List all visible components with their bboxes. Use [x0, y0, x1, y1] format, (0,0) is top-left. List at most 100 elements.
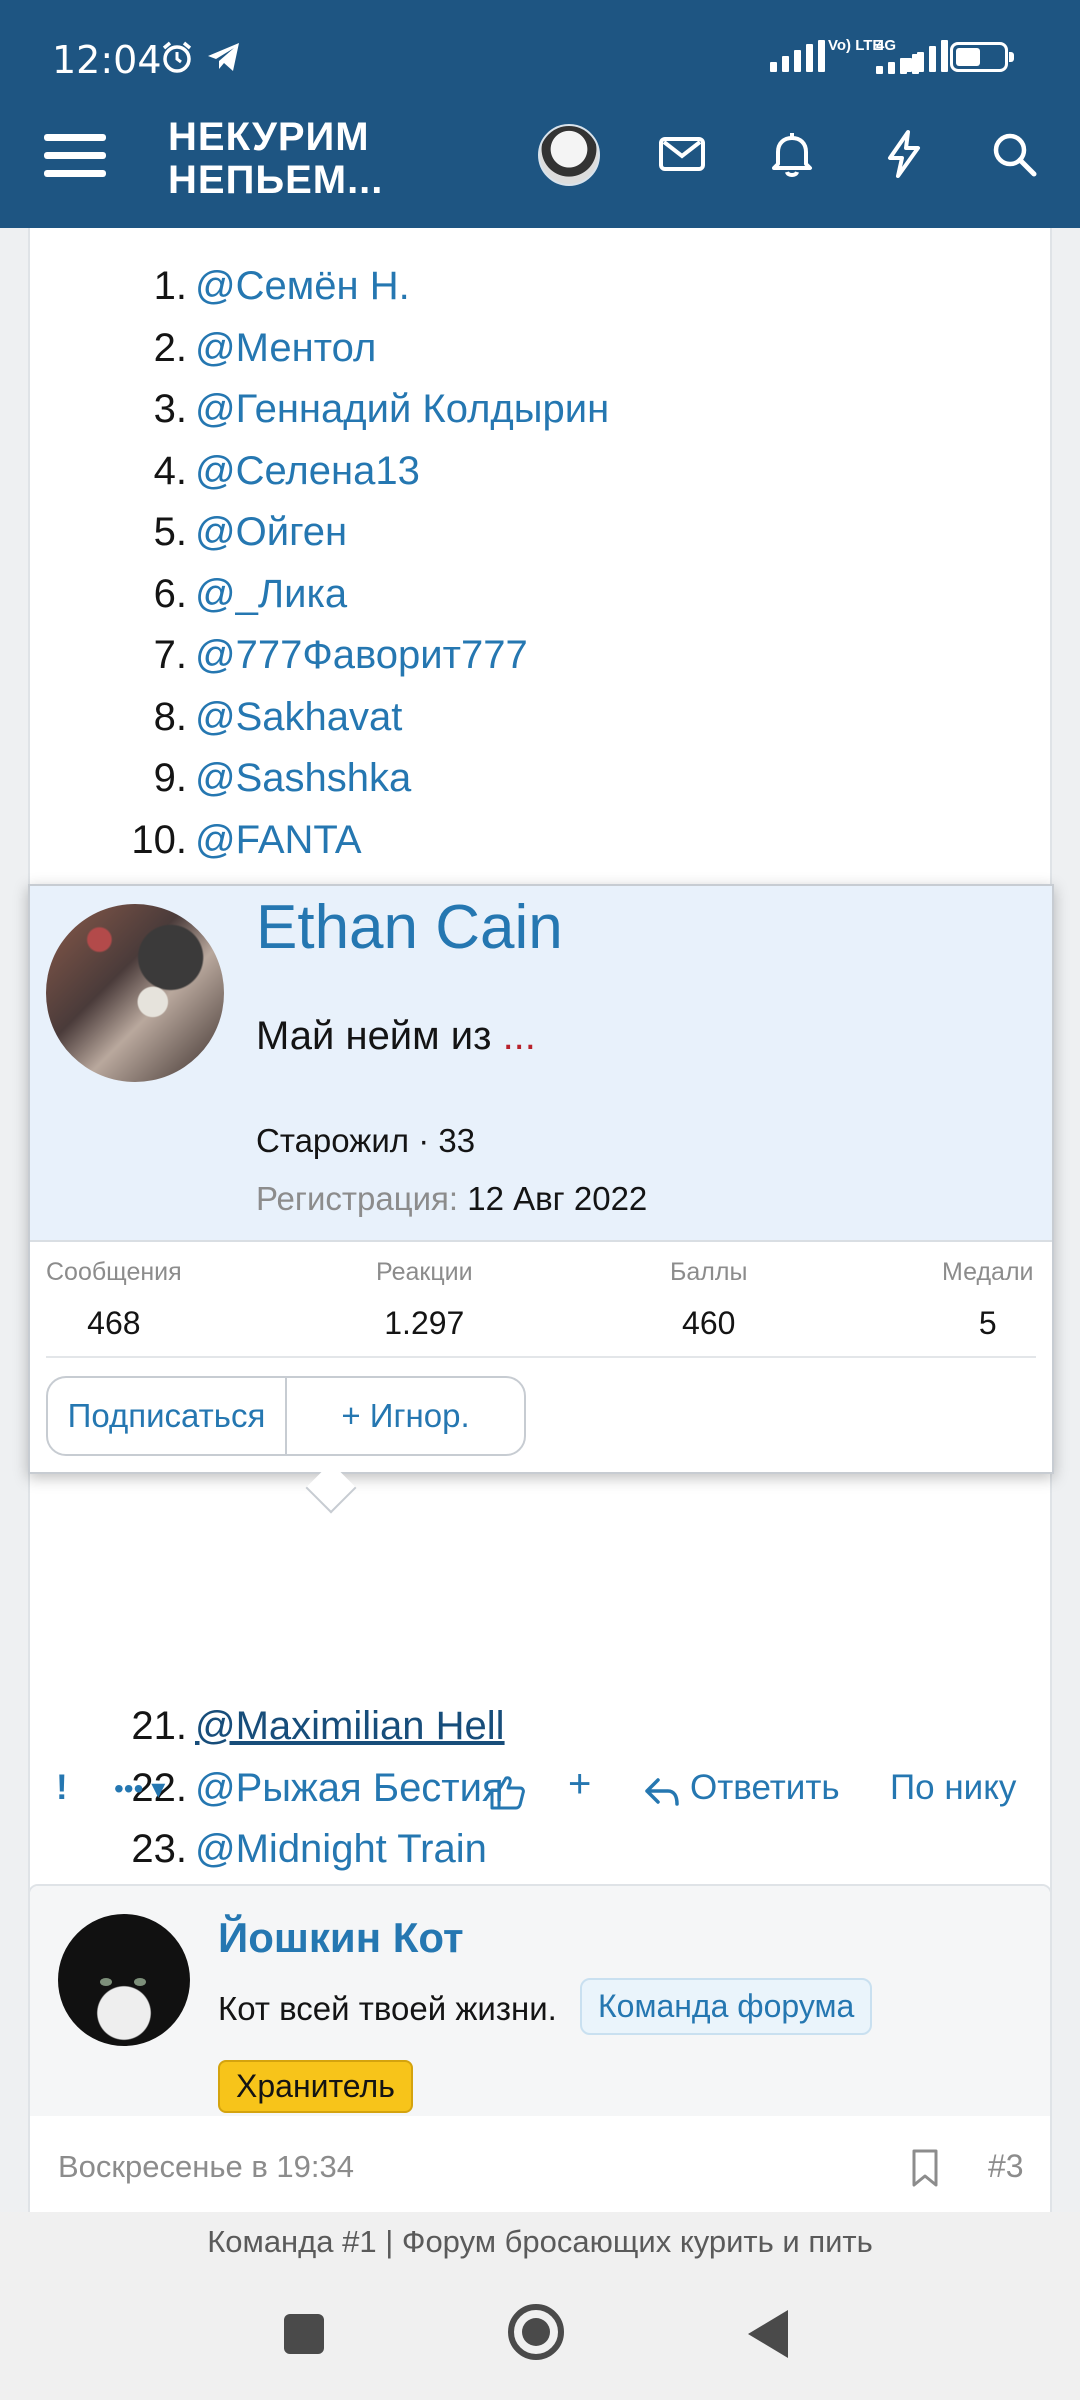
user-mention-link[interactable]: @_Лика — [195, 564, 347, 626]
battery-icon — [950, 42, 1014, 72]
post-username[interactable]: Йошкин Кот — [218, 1914, 464, 1962]
follow-button[interactable]: Подписаться — [48, 1378, 285, 1454]
avatar[interactable] — [46, 904, 224, 1082]
stat-value: 5 — [978, 1305, 997, 1341]
list-item: 1. @Семён Н. — [90, 256, 609, 318]
tooltip-username[interactable]: Ethan Cain — [256, 892, 563, 963]
stat-points[interactable]: Баллы 460 — [670, 1258, 747, 1342]
list-item: 2. @Ментол — [90, 318, 609, 380]
alarm-icon — [162, 41, 192, 73]
by-nick-button[interactable]: По нику — [890, 1768, 1016, 1808]
list-item: 9. @Sashshka — [90, 748, 609, 810]
list-number: 7. — [153, 633, 187, 677]
user-mention-link[interactable]: @Sashshka — [195, 748, 411, 810]
list-number: 21. — [131, 1704, 187, 1748]
stat-label: Реакции — [376, 1258, 473, 1286]
stat-medals[interactable]: Медали 5 — [942, 1258, 1034, 1342]
volte-icon: Vo) LTE — [828, 38, 882, 54]
post-message-2: Йошкин Кот Кот всей твоей жизни. Команда… — [28, 1884, 1052, 2212]
list-item: 3. @Геннадий Колдырин — [90, 379, 610, 441]
back-icon[interactable] — [748, 2310, 788, 2358]
list-item: 5. @Ойген — [90, 502, 609, 564]
thumbs-up-icon[interactable] — [488, 1772, 528, 1812]
reply-button[interactable]: Ответить — [690, 1768, 840, 1808]
stat-messages[interactable]: Сообщения 468 — [46, 1258, 182, 1342]
browser-title-bar: Команда #1 | Форум бросающих курить и пи… — [0, 2212, 1080, 2272]
avatar[interactable] — [58, 1914, 190, 2046]
status-ellipsis: ... — [502, 1014, 536, 1058]
stat-label: Баллы — [670, 1258, 748, 1286]
stat-label: Медали — [942, 1258, 1034, 1286]
tooltip-header: Ethan Cain Май нейм из ... Старожил · 33… — [30, 886, 1052, 1242]
user-mention-link[interactable]: @Ойген — [195, 502, 347, 564]
avatar[interactable] — [538, 124, 600, 186]
more-dots: ••• — [114, 1773, 144, 1804]
stat-label: Сообщения — [46, 1258, 182, 1286]
tooltip-rank: Старожил · 33 — [256, 1122, 476, 1159]
ignore-button[interactable]: + Игнор. — [285, 1378, 524, 1454]
registration-date: 12 Авг 2022 — [467, 1180, 648, 1217]
bookmark-icon[interactable] — [910, 2148, 940, 2188]
list-number: 5. — [153, 510, 187, 554]
add-reaction-button[interactable]: + — [568, 1762, 591, 1807]
user-mention-link[interactable]: @Maximilian Hell — [195, 1696, 505, 1758]
more-options-button[interactable]: ••• ▾ — [114, 1772, 165, 1805]
home-icon[interactable] — [508, 2304, 564, 2360]
list-number: 4. — [153, 448, 187, 493]
list-item: 6. @_Лика — [90, 564, 609, 626]
bell-icon[interactable] — [766, 128, 818, 180]
member-tooltip: Ethan Cain Май нейм из ... Старожил · 33… — [28, 884, 1054, 1474]
signal-icon — [770, 40, 825, 72]
cat-eye — [100, 1978, 112, 1986]
top-bar: 12:04 Vo) LTE 4G НЕКУРИМ НЕПЬЕМ... — [0, 0, 1080, 228]
stat-reactions[interactable]: Реакции 1.297 — [376, 1258, 473, 1342]
registration-label: Регистрация: — [256, 1180, 459, 1217]
tooltip-registration: Регистрация: 12 Авг 2022 — [256, 1180, 647, 1218]
user-mention-link[interactable]: @Ментол — [195, 318, 376, 380]
tooltip-button-group: Подписаться + Игнор. — [46, 1376, 526, 1456]
post-number[interactable]: #3 — [988, 2148, 1024, 2185]
list-number: 8. — [153, 694, 187, 739]
post-user-block: Йошкин Кот Кот всей твоей жизни. Команда… — [30, 1886, 1050, 2116]
user-banner: Хранитель — [218, 2060, 413, 2113]
reply-icon — [645, 1778, 679, 1806]
tooltip-status: Май нейм из ... — [256, 1014, 536, 1059]
mention-list-top: 1. @Семён Н. 2. @Ментол 3. @Геннадий Колдыр… — [90, 256, 609, 871]
list-number: 10. — [131, 817, 187, 862]
user-mention-link[interactable]: @Селена13 — [195, 441, 420, 503]
list-item: 4. @Селена13 — [90, 441, 609, 503]
mail-icon[interactable] — [656, 128, 708, 180]
staff-badge[interactable]: Команда форума — [580, 1978, 873, 2035]
stat-value: 468 — [87, 1305, 141, 1341]
cat-eye — [134, 1978, 146, 1986]
signal-icon-3 — [905, 40, 948, 72]
chevron-down-icon: ▾ — [143, 1773, 166, 1804]
system-nav-bar — [0, 2272, 1080, 2400]
divider — [46, 1356, 1036, 1358]
stat-value: 460 — [682, 1305, 736, 1341]
user-mention-link[interactable]: @777Фаворит777 — [195, 625, 528, 687]
list-item: 21. @Maximilian Hell — [90, 1696, 505, 1758]
logo-line-1: НЕКУРИМ — [168, 115, 370, 159]
site-logo[interactable]: НЕКУРИМ НЕПЬЕМ... — [168, 116, 383, 202]
menu-icon[interactable] — [44, 128, 106, 182]
bolt-icon[interactable] — [878, 128, 930, 180]
list-item: 10. @FANTA — [90, 810, 609, 872]
status-bar: 12:04 Vo) LTE 4G — [0, 0, 1080, 115]
user-mention-link[interactable]: @FANTA — [195, 810, 362, 872]
user-mention-link[interactable]: @Семён Н. — [195, 256, 410, 318]
user-title: Кот всей твоей жизни. — [218, 1990, 557, 2027]
volte-label: Vo) LTE — [828, 37, 883, 54]
recents-icon[interactable] — [284, 2314, 324, 2354]
post-actions-bar: ! ••• ▾ + Ответить По нику — [28, 1758, 1052, 1838]
list-number: 2. — [153, 325, 187, 370]
report-button[interactable]: ! — [56, 1768, 68, 1808]
list-number: 3. — [153, 387, 187, 431]
list-number: 6. — [153, 571, 187, 616]
search-icon[interactable] — [988, 128, 1040, 180]
user-mention-link[interactable]: @Sakhavat — [195, 687, 402, 749]
logo-line-2: НЕПЬЕМ... — [168, 158, 384, 202]
user-mention-link[interactable]: @Геннадий Колдырин — [195, 379, 609, 441]
post-date[interactable]: Воскресенье в 19:34 — [58, 2149, 354, 2185]
status-text: Май нейм из — [256, 1014, 503, 1058]
